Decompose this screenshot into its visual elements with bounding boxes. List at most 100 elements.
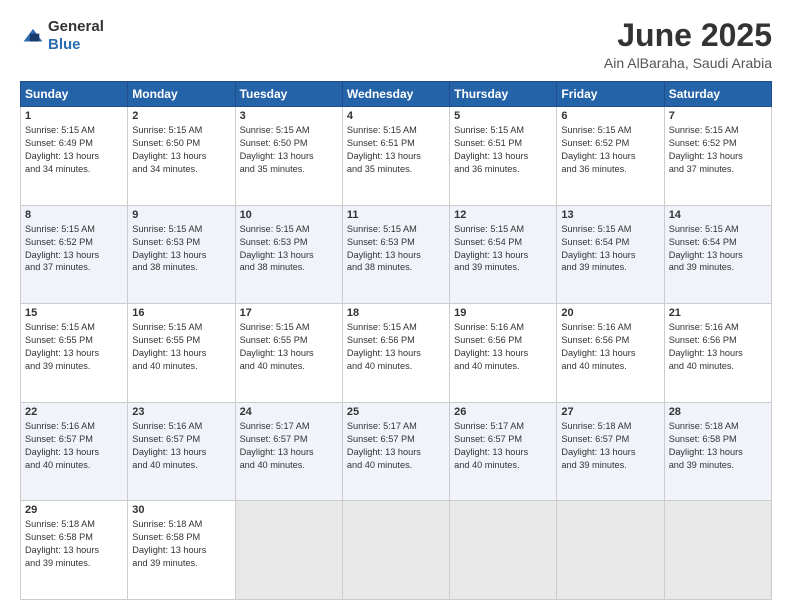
day-number: 23 (132, 406, 230, 418)
calendar-table: Sunday Monday Tuesday Wednesday Thursday… (20, 81, 772, 600)
col-tuesday: Tuesday (235, 82, 342, 107)
table-row: 8 Sunrise: 5:15 AM Sunset: 6:52 PM Daylig… (21, 205, 128, 304)
table-row: 7 Sunrise: 5:15 AM Sunset: 6:52 PM Daylig… (664, 107, 771, 206)
day-number: 27 (561, 406, 659, 418)
day-number: 30 (132, 504, 230, 516)
table-row: 5 Sunrise: 5:15 AM Sunset: 6:51 PM Daylig… (450, 107, 557, 206)
cell-text: Sunrise: 5:15 AM Sunset: 6:53 PM Dayligh… (240, 223, 338, 275)
col-monday: Monday (128, 82, 235, 107)
day-number: 13 (561, 209, 659, 221)
cell-text: Sunrise: 5:18 AM Sunset: 6:58 PM Dayligh… (132, 518, 230, 570)
cell-text: Sunrise: 5:16 AM Sunset: 6:56 PM Dayligh… (454, 321, 552, 373)
day-number: 5 (454, 110, 552, 122)
day-number: 7 (669, 110, 767, 122)
logo-blue: Blue (48, 36, 81, 53)
table-row: 14Sunrise: 5:15 AM Sunset: 6:54 PM Dayli… (664, 205, 771, 304)
table-row: 10 Sunrise: 5:15 AM Sunset: 6:53 PM Dayli… (235, 205, 342, 304)
cell-text: Sunrise: 5:15 AM Sunset: 6:52 PM Dayligh… (669, 124, 767, 176)
table-row (235, 501, 342, 600)
cell-text: Sunrise: 5:15 AM Sunset: 6:51 PM Dayligh… (454, 124, 552, 176)
cell-text: Sunrise: 5:16 AM Sunset: 6:57 PM Dayligh… (132, 420, 230, 472)
table-row: 30 Sunrise: 5:18 AM Sunset: 6:58 PM Dayli… (128, 501, 235, 600)
table-row (664, 501, 771, 600)
table-row: 28 Sunrise: 5:18 AM Sunset: 6:58 PM Dayli… (664, 402, 771, 501)
table-row: 12Sunrise: 5:15 AM Sunset: 6:54 PM Dayli… (450, 205, 557, 304)
cell-text: Sunrise: 5:15 AM Sunset: 6:51 PM Dayligh… (347, 124, 445, 176)
table-row (557, 501, 664, 600)
table-row: 4 Sunrise: 5:15 AM Sunset: 6:51 PM Daylig… (342, 107, 449, 206)
header: General Blue June 2025 Ain AlBaraha, Sau… (20, 18, 772, 71)
table-row (450, 501, 557, 600)
calendar-row: 15 Sunrise: 5:15 AM Sunset: 6:55 PM Dayli… (21, 304, 772, 403)
cell-text: Sunrise: 5:15 AM Sunset: 6:53 PM Dayligh… (347, 223, 445, 275)
cell-text: Sunrise: 5:15 AM Sunset: 6:50 PM Dayligh… (240, 124, 338, 176)
cell-text: Sunrise: 5:15 AM Sunset: 6:49 PM Dayligh… (25, 124, 123, 176)
calendar-row: 1 Sunrise: 5:15 AM Sunset: 6:49 PM Daylig… (21, 107, 772, 206)
cell-text: Sunrise: 5:15 AM Sunset: 6:53 PM Dayligh… (132, 223, 230, 275)
day-number: 28 (669, 406, 767, 418)
col-thursday: Thursday (450, 82, 557, 107)
cell-text: Sunrise: 5:16 AM Sunset: 6:57 PM Dayligh… (25, 420, 123, 472)
day-number: 26 (454, 406, 552, 418)
cell-text: Sunrise: 5:17 AM Sunset: 6:57 PM Dayligh… (347, 420, 445, 472)
day-number: 10 (240, 209, 338, 221)
table-row: 25 Sunrise: 5:17 AM Sunset: 6:57 PM Dayli… (342, 402, 449, 501)
day-number: 15 (25, 307, 123, 319)
table-row: 21Sunrise: 5:16 AM Sunset: 6:56 PM Dayli… (664, 304, 771, 403)
table-row: 13 Sunrise: 5:15 AM Sunset: 6:54 PM Dayli… (557, 205, 664, 304)
day-number: 29 (25, 504, 123, 516)
table-row: 23 Sunrise: 5:16 AM Sunset: 6:57 PM Dayli… (128, 402, 235, 501)
day-number: 11 (347, 209, 445, 221)
table-row: 11 Sunrise: 5:15 AM Sunset: 6:53 PM Dayli… (342, 205, 449, 304)
day-number: 25 (347, 406, 445, 418)
col-saturday: Saturday (664, 82, 771, 107)
cell-text: Sunrise: 5:16 AM Sunset: 6:56 PM Dayligh… (561, 321, 659, 373)
calendar-row: 29 Sunrise: 5:18 AM Sunset: 6:58 PM Dayli… (21, 501, 772, 600)
col-wednesday: Wednesday (342, 82, 449, 107)
table-row: 19 Sunrise: 5:16 AM Sunset: 6:56 PM Dayli… (450, 304, 557, 403)
day-number: 18 (347, 307, 445, 319)
day-number: 16 (132, 307, 230, 319)
cell-text: Sunrise: 5:17 AM Sunset: 6:57 PM Dayligh… (240, 420, 338, 472)
day-number: 3 (240, 110, 338, 122)
calendar-title: June 2025 (604, 18, 772, 53)
table-row: 15Sunrise: 5:15 AM Sunset: 6:55 PM Dayli… (21, 304, 128, 403)
cell-text: Sunrise: 5:15 AM Sunset: 6:56 PM Dayligh… (347, 321, 445, 373)
day-number: 1 (25, 110, 123, 122)
cell-text: Sunrise: 5:15 AM Sunset: 6:52 PM Dayligh… (561, 124, 659, 176)
col-sunday: Sunday (21, 82, 128, 107)
table-row: 3 Sunrise: 5:15 AM Sunset: 6:50 PM Daylig… (235, 107, 342, 206)
cell-text: Sunrise: 5:18 AM Sunset: 6:58 PM Dayligh… (669, 420, 767, 472)
day-number: 19 (454, 307, 552, 319)
calendar-row: 8 Sunrise: 5:15 AM Sunset: 6:52 PM Daylig… (21, 205, 772, 304)
cell-text: Sunrise: 5:15 AM Sunset: 6:54 PM Dayligh… (561, 223, 659, 275)
day-number: 2 (132, 110, 230, 122)
cell-text: Sunrise: 5:17 AM Sunset: 6:57 PM Dayligh… (454, 420, 552, 472)
table-row: 9Sunrise: 5:15 AM Sunset: 6:53 PM Daylig… (128, 205, 235, 304)
table-row: 24Sunrise: 5:17 AM Sunset: 6:57 PM Dayli… (235, 402, 342, 501)
table-row: 16 Sunrise: 5:15 AM Sunset: 6:55 PM Dayli… (128, 304, 235, 403)
cell-text: Sunrise: 5:15 AM Sunset: 6:55 PM Dayligh… (240, 321, 338, 373)
cell-text: Sunrise: 5:15 AM Sunset: 6:52 PM Dayligh… (25, 223, 123, 275)
day-number: 8 (25, 209, 123, 221)
cell-text: Sunrise: 5:15 AM Sunset: 6:50 PM Dayligh… (132, 124, 230, 176)
day-number: 22 (25, 406, 123, 418)
day-number: 4 (347, 110, 445, 122)
cell-text: Sunrise: 5:16 AM Sunset: 6:56 PM Dayligh… (669, 321, 767, 373)
table-row (342, 501, 449, 600)
table-row: 6 Sunrise: 5:15 AM Sunset: 6:52 PM Daylig… (557, 107, 664, 206)
table-row: 27Sunrise: 5:18 AM Sunset: 6:57 PM Dayli… (557, 402, 664, 501)
table-row: 20 Sunrise: 5:16 AM Sunset: 6:56 PM Dayli… (557, 304, 664, 403)
table-row: 26 Sunrise: 5:17 AM Sunset: 6:57 PM Dayli… (450, 402, 557, 501)
day-number: 17 (240, 307, 338, 319)
cell-text: Sunrise: 5:15 AM Sunset: 6:55 PM Dayligh… (132, 321, 230, 373)
day-number: 6 (561, 110, 659, 122)
logo-icon (22, 27, 44, 45)
table-row: 22 Sunrise: 5:16 AM Sunset: 6:57 PM Dayli… (21, 402, 128, 501)
logo-general: General (48, 18, 104, 35)
table-row: 1 Sunrise: 5:15 AM Sunset: 6:49 PM Daylig… (21, 107, 128, 206)
table-row: 29Sunrise: 5:18 AM Sunset: 6:58 PM Dayli… (21, 501, 128, 600)
cell-text: Sunrise: 5:15 AM Sunset: 6:54 PM Dayligh… (454, 223, 552, 275)
table-row: 2 Sunrise: 5:15 AM Sunset: 6:50 PM Daylig… (128, 107, 235, 206)
day-number: 20 (561, 307, 659, 319)
